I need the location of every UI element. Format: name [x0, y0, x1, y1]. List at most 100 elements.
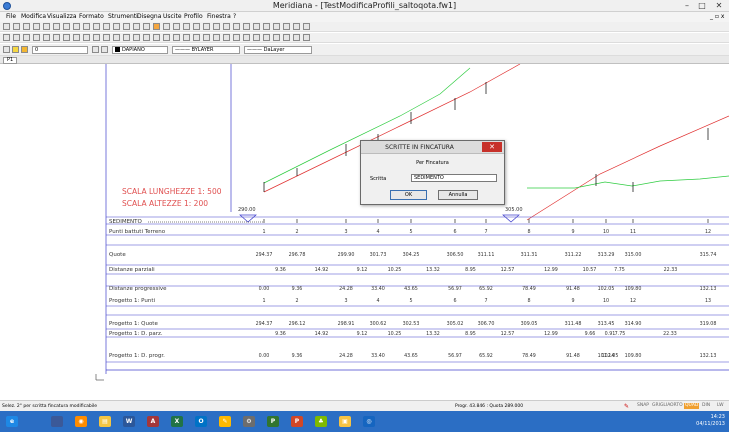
ok-button[interactable]: OK — [390, 190, 427, 200]
mirror-icon[interactable] — [43, 34, 50, 41]
clock-time[interactable]: 14:23 — [696, 414, 725, 421]
zoom-window-icon[interactable] — [133, 23, 140, 30]
ortho-icon[interactable] — [263, 23, 270, 30]
regen-icon[interactable] — [233, 34, 240, 41]
circle-icon[interactable] — [173, 23, 180, 30]
color-select[interactable]: DAPIANO — [112, 46, 168, 54]
menu-help[interactable]: ? — [233, 13, 236, 20]
distance-icon[interactable] — [193, 34, 200, 41]
indicator-quad[interactable]: QUAD — [684, 403, 700, 409]
games-icon[interactable]: ♣ — [312, 413, 330, 430]
offset-icon[interactable] — [53, 34, 60, 41]
rotate-icon[interactable] — [23, 34, 30, 41]
layer-state-icon[interactable] — [12, 46, 19, 53]
publish-icon[interactable] — [283, 34, 290, 41]
measure-icon[interactable] — [163, 34, 170, 41]
lineweight-select[interactable]: ——— DaLayer — [244, 46, 312, 54]
break-icon[interactable] — [143, 34, 150, 41]
purge-icon[interactable] — [293, 34, 300, 41]
menu-strumenti[interactable]: Strumenti — [108, 13, 138, 20]
open-icon[interactable] — [13, 23, 20, 30]
move-icon[interactable] — [13, 34, 20, 41]
tab-p1[interactable]: P1 — [3, 57, 18, 64]
trim-icon[interactable] — [63, 34, 70, 41]
clock-date[interactable]: 04/11/2013 — [696, 421, 725, 428]
layer-color-icon[interactable] — [21, 46, 28, 53]
preview-icon[interactable] — [43, 23, 50, 30]
indicator-din[interactable]: DIN — [701, 403, 711, 409]
layer-select[interactable]: 0 — [32, 46, 88, 54]
powerpoint-icon[interactable]: P — [288, 413, 306, 430]
folder-icon[interactable]: ▣ — [336, 413, 354, 430]
cut-icon[interactable] — [53, 23, 60, 30]
cancel-button[interactable]: Annulla — [438, 190, 478, 200]
table-icon[interactable] — [293, 23, 300, 30]
array-icon[interactable] — [133, 34, 140, 41]
indicator-lw[interactable]: LW — [716, 403, 725, 409]
area-icon[interactable] — [183, 34, 190, 41]
indicator-orto[interactable]: ORTO — [669, 403, 684, 409]
match-layer-icon[interactable] — [92, 46, 99, 53]
scale-icon[interactable] — [33, 34, 40, 41]
copy-icon[interactable] — [63, 23, 70, 30]
zoom-out-icon[interactable] — [123, 23, 130, 30]
divide-icon[interactable] — [173, 34, 180, 41]
audit-icon[interactable] — [303, 34, 310, 41]
list-icon[interactable] — [203, 34, 210, 41]
metro-icon[interactable] — [48, 413, 66, 430]
explorer-icon[interactable]: ▤ — [96, 413, 114, 430]
save-icon[interactable] — [23, 23, 30, 30]
dimension-icon[interactable] — [213, 23, 220, 30]
block-icon[interactable] — [273, 23, 280, 30]
menu-modifica[interactable]: Modifica — [21, 13, 46, 20]
meridiana-icon[interactable]: ◎ — [360, 413, 378, 430]
line-icon[interactable] — [153, 23, 160, 30]
firefox-icon[interactable]: ◉ — [72, 413, 90, 430]
join-icon[interactable] — [153, 34, 160, 41]
select-icon[interactable] — [3, 34, 10, 41]
dialog-close-button[interactable]: ✕ — [482, 142, 502, 152]
zoom-in-icon[interactable] — [113, 23, 120, 30]
plot-icon[interactable] — [273, 34, 280, 41]
new-icon[interactable] — [3, 23, 10, 30]
grid-icon[interactable] — [253, 23, 260, 30]
redo-icon[interactable] — [93, 23, 100, 30]
polyline-icon[interactable] — [163, 23, 170, 30]
menu-finestra[interactable]: Finestra — [207, 13, 231, 20]
project-icon[interactable]: P — [264, 413, 282, 430]
profile-drawing[interactable]: SCALA LUNGHEZZE 1: 500 SCALA ALTEZZE 1: 2… — [0, 63, 729, 400]
ie-icon[interactable]: e — [3, 413, 21, 430]
hatch-icon[interactable] — [203, 23, 210, 30]
minimize-button[interactable]: – — [680, 0, 694, 11]
text-icon[interactable] — [193, 23, 200, 30]
arc-icon[interactable] — [183, 23, 190, 30]
menu-profilo[interactable]: Profilo — [184, 13, 203, 20]
layer-icon[interactable] — [223, 23, 230, 30]
properties-icon[interactable] — [233, 23, 240, 30]
paint-icon[interactable]: ✎ — [216, 413, 234, 430]
menu-formato[interactable]: Formato — [79, 13, 104, 20]
id-point-icon[interactable] — [213, 34, 220, 41]
drawing-canvas[interactable]: SCALA LUNGHEZZE 1: 500 SCALA ALTEZZE 1: 2… — [0, 63, 729, 400]
indicator-snap[interactable]: SNAP — [636, 403, 650, 409]
settings-icon[interactable]: ⚙ — [240, 413, 258, 430]
pan-icon[interactable] — [103, 23, 110, 30]
layout-icon[interactable] — [253, 34, 260, 41]
access-icon[interactable]: A — [144, 413, 162, 430]
insert-icon[interactable] — [283, 23, 290, 30]
chamfer-icon[interactable] — [93, 34, 100, 41]
extend-icon[interactable] — [73, 34, 80, 41]
zoom-all-icon[interactable] — [143, 23, 150, 30]
paste-icon[interactable] — [73, 23, 80, 30]
redraw-icon[interactable] — [243, 34, 250, 41]
fillet-icon[interactable] — [83, 34, 90, 41]
explode-icon[interactable] — [103, 34, 110, 41]
previous-layer-icon[interactable] — [101, 46, 108, 53]
menu-uscite[interactable]: Uscite — [163, 13, 182, 20]
scritta-input[interactable] — [411, 174, 497, 182]
linetype-select[interactable]: ——— BYLAYER — [172, 46, 240, 54]
undo-icon[interactable] — [83, 23, 90, 30]
snap-icon[interactable] — [243, 23, 250, 30]
model-icon[interactable] — [263, 34, 270, 41]
help-icon[interactable] — [303, 23, 310, 30]
